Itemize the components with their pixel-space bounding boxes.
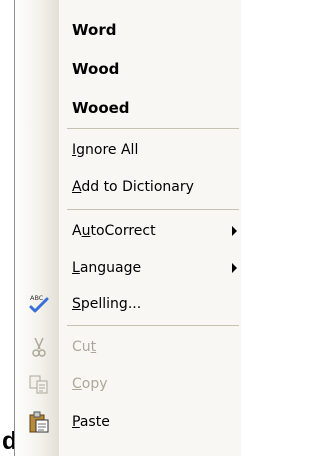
autocorrect-label: AutoCorrect xyxy=(72,223,156,239)
suggestion-word[interactable]: Word xyxy=(15,13,242,47)
autocorrect-item[interactable]: AutoCorrect xyxy=(15,214,242,248)
document-text-fragment: d xyxy=(0,426,14,456)
suggestion-wood-label: Wood xyxy=(72,60,120,78)
svg-text:ABC: ABC xyxy=(30,294,44,302)
copy-label: Copy xyxy=(72,376,108,392)
spelling-item[interactable]: ABC Spelling... xyxy=(15,287,242,321)
paste-label: Paste xyxy=(72,414,110,430)
submenu-arrow-icon xyxy=(232,263,237,273)
suggestion-wooed-label: Wooed xyxy=(72,99,130,117)
paste-item[interactable]: Paste xyxy=(15,405,242,439)
add-to-dictionary-label: Add to Dictionary xyxy=(72,179,194,195)
add-to-dictionary-item[interactable]: Add to Dictionary xyxy=(15,170,242,204)
menu-separator xyxy=(67,128,239,129)
cut-label: Cut xyxy=(72,339,97,355)
menu-separator xyxy=(67,325,239,326)
scissors-icon xyxy=(27,335,51,359)
copy-icon xyxy=(27,372,51,396)
suggestion-word-label: Word xyxy=(72,21,117,39)
menu-separator xyxy=(67,209,239,210)
suggestion-wood[interactable]: Wood xyxy=(15,52,242,86)
ignore-all-label: Ignore All xyxy=(72,142,139,158)
cut-item[interactable]: Cut xyxy=(15,330,242,364)
submenu-arrow-icon xyxy=(232,226,237,236)
language-item[interactable]: Language xyxy=(15,251,242,285)
ignore-all-item[interactable]: Ignore All xyxy=(15,133,242,167)
spelling-context-menu: Word Wood Wooed Ignore All Add to Dictio… xyxy=(14,0,241,456)
copy-item[interactable]: Copy xyxy=(15,367,242,401)
spelling-label: Spelling... xyxy=(72,296,142,312)
language-label: Language xyxy=(72,260,142,276)
suggestion-wooed[interactable]: Wooed xyxy=(15,91,242,125)
spell-check-icon: ABC xyxy=(27,292,51,316)
document-text: d xyxy=(2,427,14,455)
clipboard-icon xyxy=(27,410,51,434)
